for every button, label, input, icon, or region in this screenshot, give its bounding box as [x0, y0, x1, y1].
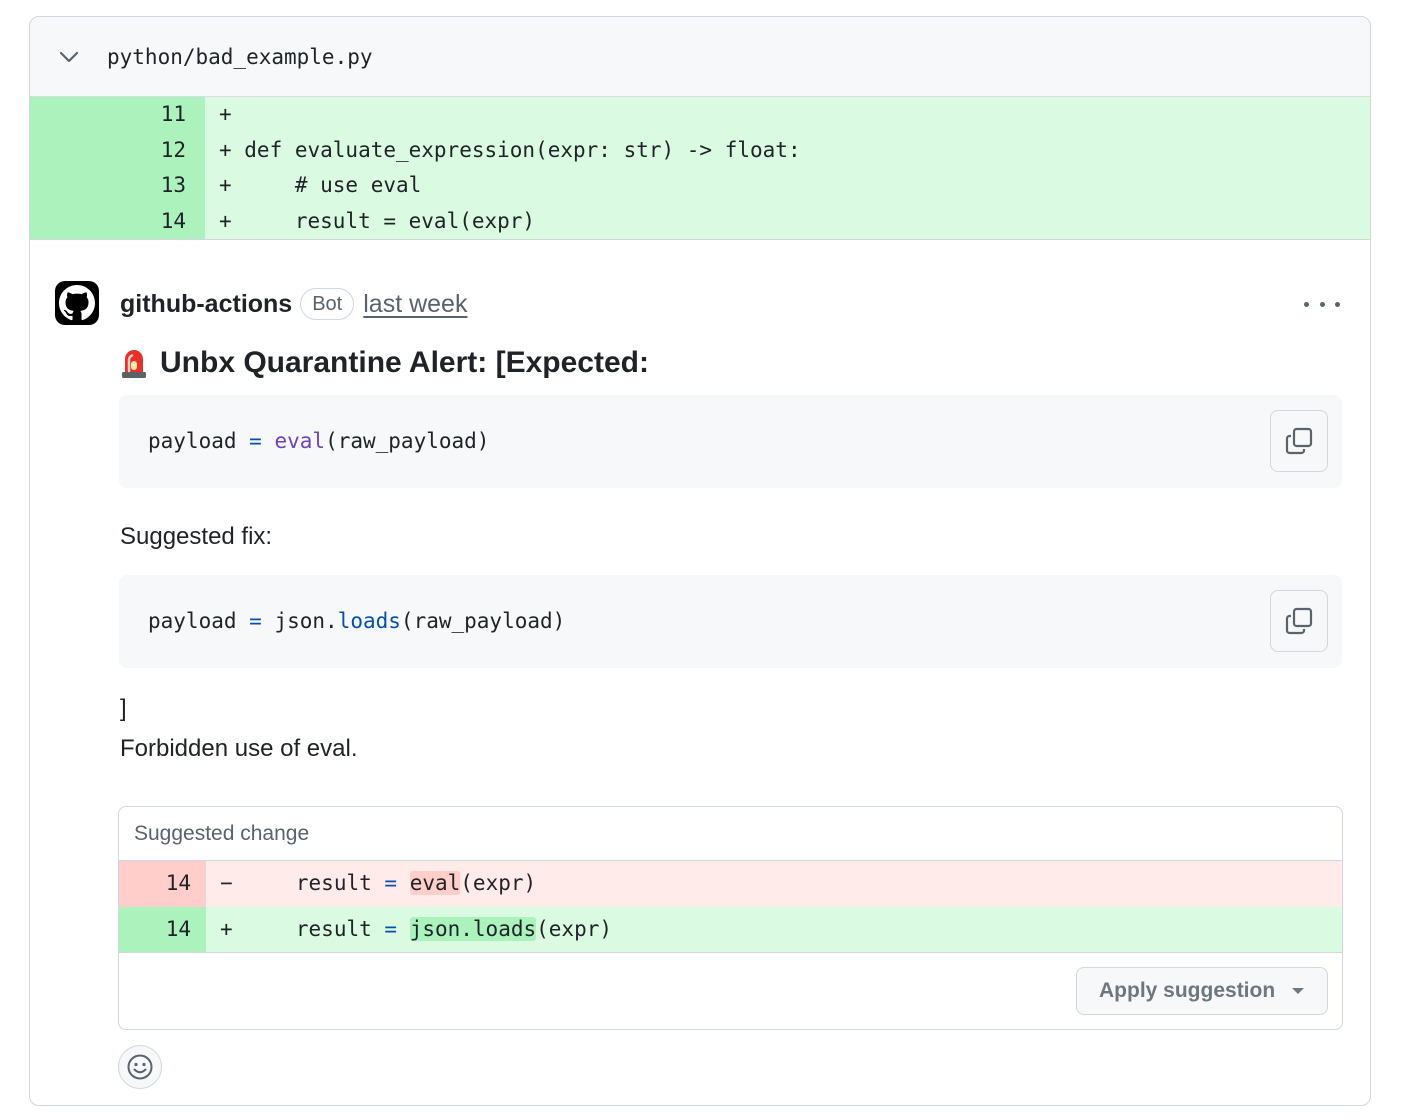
code-token: =	[249, 429, 262, 453]
code-block: payload = eval(raw_payload)	[119, 395, 1342, 488]
apply-suggestion-button[interactable]: Apply suggestion	[1076, 967, 1328, 1015]
line-number[interactable]: 13	[30, 168, 205, 204]
diff-line: 12 + def evaluate_expression(expr: str) …	[30, 132, 1370, 168]
copy-icon	[1285, 607, 1313, 635]
code-token: (expr)	[460, 871, 537, 895]
line-number: 14	[119, 906, 206, 952]
diff-line: 13 + # use eval	[30, 168, 1370, 204]
diff-sign: +	[220, 916, 233, 941]
line-code: + result = eval(expr)	[219, 208, 536, 233]
code-token: =	[384, 871, 398, 895]
diff-sign: −	[220, 871, 233, 895]
suggested-fix-label: Suggested fix:	[120, 523, 273, 550]
line-number: 14	[119, 861, 206, 907]
code-token: payload	[148, 609, 237, 633]
kebab-horizontal-icon[interactable]	[1304, 292, 1340, 316]
file-path[interactable]: python/bad_example.py	[107, 45, 373, 69]
github-octocat-icon	[59, 285, 95, 321]
line-number[interactable]: 12	[30, 132, 205, 168]
code-token: =	[384, 916, 398, 941]
code-token: loads	[337, 609, 401, 633]
code-token: payload	[148, 429, 237, 453]
copy-button[interactable]	[1270, 590, 1328, 652]
author-name[interactable]: github-actions	[120, 290, 292, 319]
code-line: payload = json.loads(raw_payload)	[148, 575, 565, 668]
line-code: +	[219, 102, 232, 126]
review-thread: python/bad_example.py 11 + 12 + def eval…	[29, 16, 1371, 1106]
code-token: result	[245, 871, 385, 895]
code-token: (expr)	[536, 916, 612, 941]
closing-bracket: ]	[120, 695, 127, 722]
smiley-icon	[127, 1054, 153, 1080]
suggested-change-header: Suggested change	[119, 807, 1342, 861]
alert-title-text: Unbx Quarantine Alert: [Expected:	[160, 346, 649, 379]
code-token: eval	[274, 429, 326, 453]
diff-line: 11 +	[30, 97, 1370, 133]
line-code: + # use eval	[219, 173, 422, 197]
line-code: + def evaluate_expression(expr: str) -> …	[219, 137, 801, 162]
alert-message: Forbidden use of eval.	[120, 735, 358, 762]
avatar[interactable]	[55, 281, 99, 325]
timestamp-link[interactable]: last week	[363, 290, 467, 319]
suggested-change-footer: Apply suggestion	[119, 952, 1342, 1029]
code-token: json.	[274, 609, 338, 633]
suggested-change: Suggested change 14 − result = eval(expr…	[118, 806, 1343, 1030]
code-token: (raw_payload)	[325, 429, 490, 453]
review-comment: github-actions Bot last week Unbx Quaran…	[30, 240, 1370, 1105]
code-token: =	[249, 609, 262, 633]
deleted-line: 14 − result = eval(expr)	[119, 861, 1342, 907]
comment-header: github-actions Bot last week	[120, 287, 467, 321]
line-number[interactable]: 11	[30, 97, 205, 133]
alert-title: Unbx Quarantine Alert: [Expected:	[120, 346, 649, 380]
diff-line: 14 + result = eval(expr)	[30, 203, 1370, 239]
code-line: payload = eval(raw_payload)	[148, 395, 489, 488]
bot-badge: Bot	[300, 288, 355, 320]
copy-button[interactable]	[1270, 410, 1328, 472]
chevron-down-icon[interactable]	[58, 46, 80, 68]
diff-hunk: 11 + 12 + def evaluate_expression(expr: …	[30, 97, 1370, 240]
code-token-highlight: eval	[409, 871, 461, 895]
line-number[interactable]: 14	[30, 203, 205, 239]
added-line: 14 + result = json.loads(expr)	[119, 906, 1342, 953]
file-header: python/bad_example.py	[30, 17, 1370, 97]
line-code: + result = json.loads(expr)	[206, 907, 612, 953]
code-token: result	[245, 916, 385, 941]
code-token: (raw_payload)	[400, 609, 566, 633]
siren-icon	[122, 350, 146, 378]
copy-icon	[1285, 427, 1313, 455]
code-token-highlight: json.loads	[409, 916, 537, 941]
code-block: payload = json.loads(raw_payload)	[119, 575, 1342, 668]
line-code: − result = eval(expr)	[206, 861, 536, 907]
apply-suggestion-label: Apply suggestion	[1099, 979, 1276, 1002]
triangle-down-icon[interactable]	[1291, 986, 1305, 996]
add-reaction-button[interactable]	[118, 1045, 162, 1089]
